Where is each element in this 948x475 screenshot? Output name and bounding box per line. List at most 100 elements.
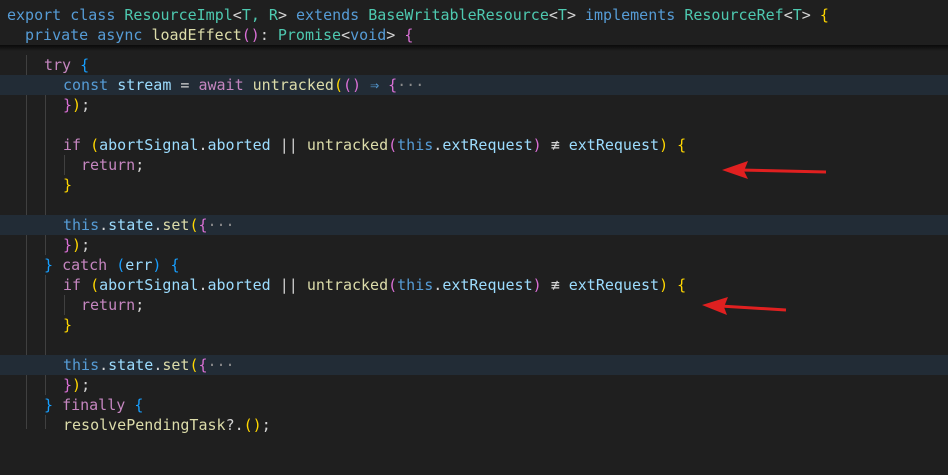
code-line[interactable]: return; (0, 295, 948, 315)
keyword-if: if (63, 276, 82, 294)
code-line-folded[interactable]: this.state.set({··· (0, 215, 948, 235)
optional-chaining: ?. (225, 416, 244, 434)
method-name: loadEffect (151, 26, 242, 44)
dot: . (99, 356, 109, 374)
paren-close: ) (532, 136, 542, 154)
sticky-scroll-shadow (0, 45, 948, 51)
code-line[interactable]: try { (0, 55, 948, 75)
dot: . (433, 276, 443, 294)
paren-open: ( (116, 256, 126, 274)
paren-close: ) (72, 376, 82, 394)
dot: . (198, 276, 208, 294)
brace-open: { (198, 216, 208, 234)
brace-open: { (819, 6, 829, 24)
variable: extRequest (568, 136, 660, 154)
type-params: T, R (241, 6, 278, 24)
function-call: untracked (306, 136, 389, 154)
brace-open: { (677, 136, 687, 154)
arrow-operator: ⇒ (370, 76, 380, 94)
type-param: T (557, 6, 567, 24)
keyword-this: this (397, 136, 434, 154)
dot: . (99, 216, 109, 234)
code-line[interactable]: }); (0, 375, 948, 395)
code-line[interactable]: }); (0, 95, 948, 115)
folded-ellipsis[interactable]: ··· (208, 356, 235, 374)
code-line[interactable]: } (0, 315, 948, 335)
semicolon: ; (135, 156, 145, 174)
property: aborted (207, 136, 271, 154)
function-call: untracked (306, 276, 389, 294)
keyword-async: async (97, 26, 143, 44)
semicolon: ; (81, 96, 91, 114)
brace-open: { (134, 396, 144, 414)
colon: : (259, 26, 269, 44)
brace-open: { (404, 26, 414, 44)
dot: . (198, 136, 208, 154)
angle-close: > (386, 26, 396, 44)
keyword-void: void (350, 26, 387, 44)
paren-close: ) (659, 276, 669, 294)
annotation-arrow-icon (702, 297, 787, 315)
base-class-name: BaseWritableResource (368, 6, 549, 24)
keyword-implements: implements (585, 6, 676, 24)
keyword-class: class (70, 6, 116, 24)
paren-open: ( (90, 276, 100, 294)
brace-close: } (63, 96, 73, 114)
sticky-class-line[interactable]: export class ResourceImpl<T, R> extends … (0, 5, 948, 25)
operator-strict-not-equal: ≢ (550, 276, 560, 294)
brace-open: { (170, 256, 180, 274)
sticky-method-line[interactable]: private async loadEffect(): Promise<void… (0, 25, 948, 45)
code-line[interactable]: if (abortSignal.aborted || untracked(thi… (0, 275, 948, 295)
code-line[interactable]: }); (0, 235, 948, 255)
paren-close: ) (72, 236, 82, 254)
brace-close: } (44, 396, 54, 414)
return-type: Promise (277, 26, 342, 44)
paren-open: ( (388, 276, 398, 294)
code-line[interactable]: resolvePendingTask?.(); (0, 415, 948, 435)
angle-open: < (341, 26, 351, 44)
property: state (108, 356, 154, 374)
code-line-folded[interactable]: this.state.set({··· (0, 355, 948, 375)
code-line[interactable]: if (abortSignal.aborted || untracked(thi… (0, 135, 948, 155)
keyword-try: try (44, 56, 72, 74)
dot: . (153, 216, 163, 234)
variable: stream (117, 76, 172, 94)
type-param: T (792, 6, 802, 24)
function-call: resolvePendingTask (63, 416, 226, 434)
keyword-return: return (81, 156, 136, 174)
brace-close: } (63, 236, 73, 254)
operator-or: || (279, 276, 298, 294)
keyword-finally: finally (62, 396, 126, 414)
keyword-this: this (63, 216, 100, 234)
brace-close: } (63, 376, 73, 394)
keyword-this: this (63, 356, 100, 374)
keyword-catch: catch (62, 256, 108, 274)
keyword-extends: extends (296, 6, 360, 24)
class-name: ResourceImpl (124, 6, 233, 24)
brace-close: } (44, 256, 54, 274)
paren-open: ( (90, 136, 100, 154)
variable: abortSignal (99, 276, 199, 294)
annotation-arrow-icon (722, 161, 827, 179)
folded-ellipsis[interactable]: ··· (397, 76, 424, 94)
code-editor[interactable]: export class ResourceImpl<T, R> extends … (0, 0, 948, 434)
brace-close: } (63, 176, 73, 194)
semicolon: ; (261, 416, 271, 434)
paren-close: ) (659, 136, 669, 154)
property: aborted (207, 276, 271, 294)
semicolon: ; (81, 236, 91, 254)
folded-ellipsis[interactable]: ··· (208, 216, 235, 234)
angle-open: < (548, 6, 558, 24)
angle-open: < (232, 6, 242, 24)
code-line[interactable]: } catch (err) { (0, 255, 948, 275)
paren-close: ) (72, 96, 82, 114)
paren-close: ) (532, 276, 542, 294)
code-line-folded[interactable]: const stream = await untracked(() ⇒ {··· (0, 75, 948, 95)
interface-name: ResourceRef (684, 6, 784, 24)
code-line[interactable]: } finally { (0, 395, 948, 415)
operator-strict-not-equal: ≢ (550, 136, 560, 154)
paren-close: ) (152, 256, 162, 274)
angle-close: > (566, 6, 576, 24)
variable: extRequest (568, 276, 660, 294)
operator-or: || (279, 136, 298, 154)
